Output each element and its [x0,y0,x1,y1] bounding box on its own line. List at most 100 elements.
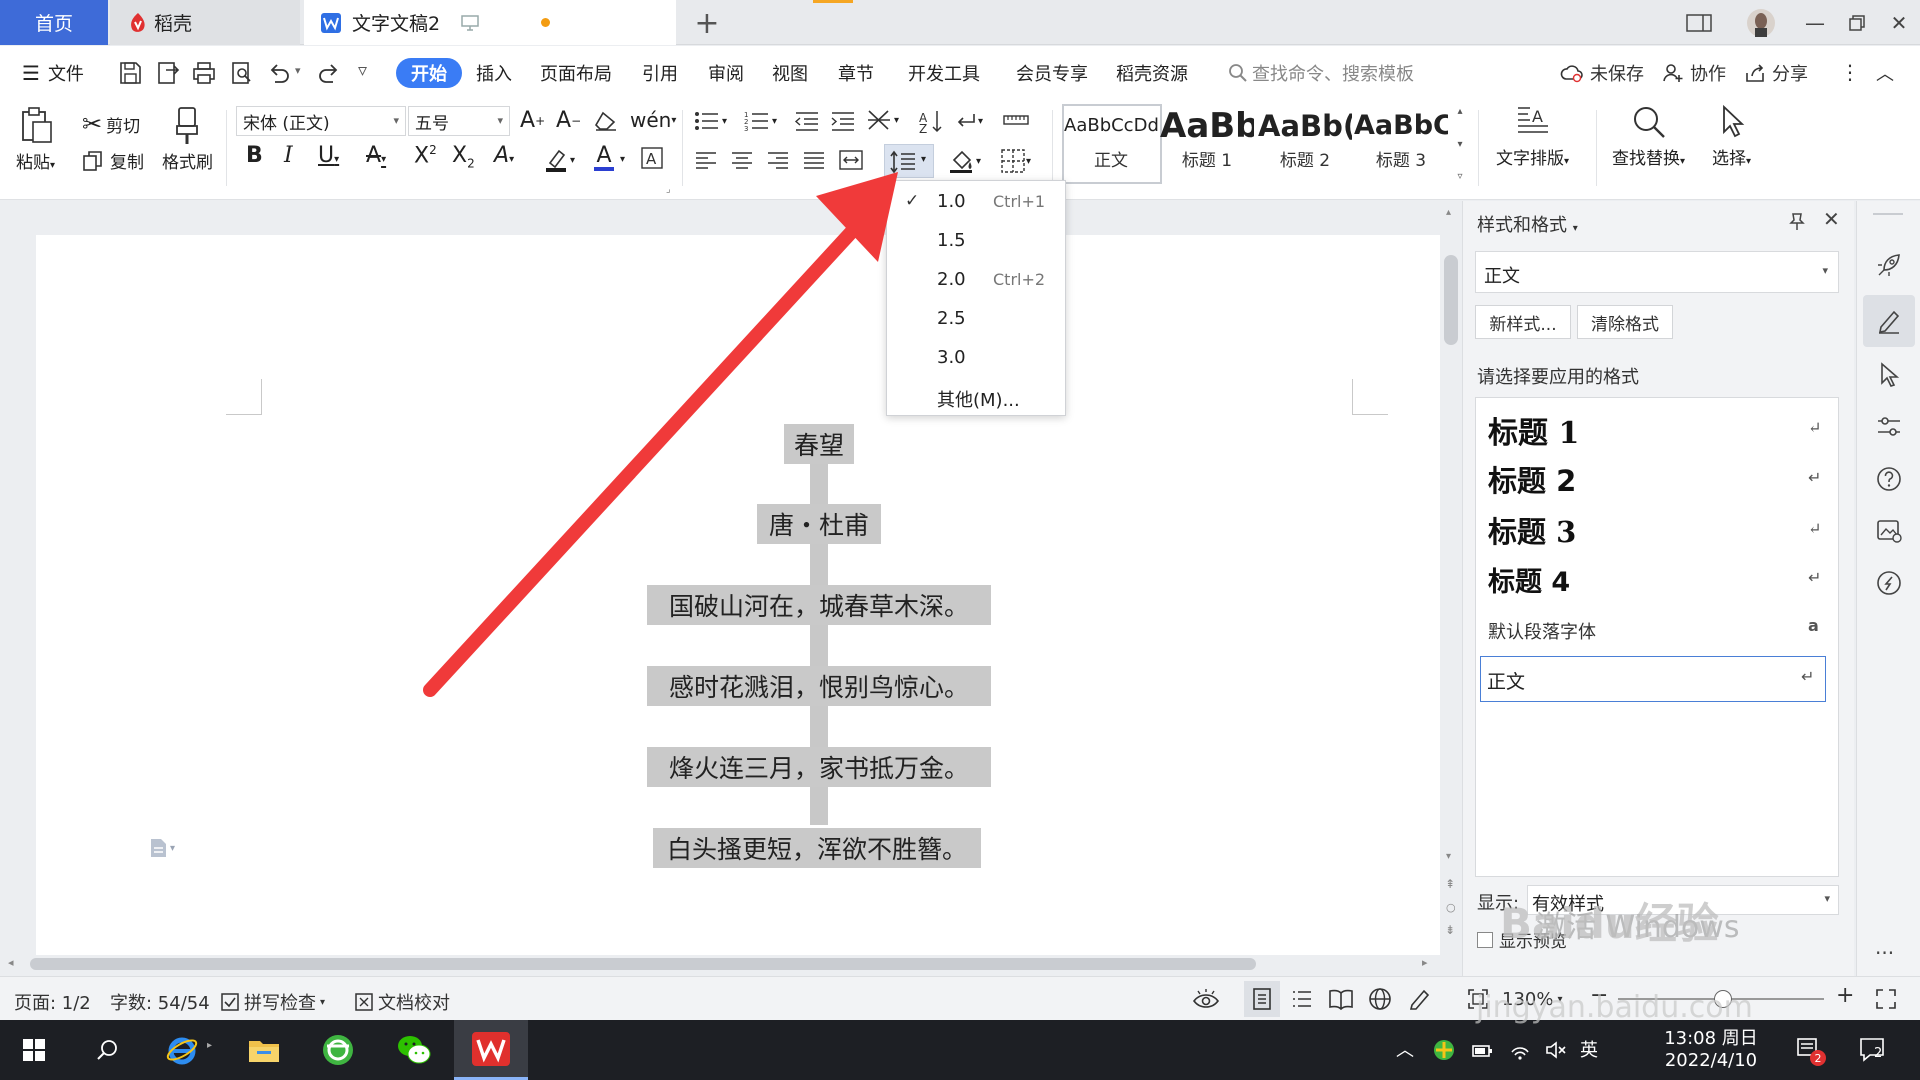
menu-item-spacing-1-5[interactable]: 1.5 [887,222,1065,260]
italic-icon[interactable]: I [284,143,293,168]
superscript-icon[interactable]: X2 [414,143,437,168]
clear-format-button[interactable]: 清除格式 [1577,305,1673,339]
line-spacing-button[interactable]: ▾ [884,144,934,178]
tab-chapter[interactable]: 章节 [838,60,874,86]
layout-icon[interactable] [1684,8,1714,38]
volume-icon[interactable] [1544,1038,1568,1062]
write-view-icon[interactable] [1408,987,1432,1011]
add-tab-button[interactable]: + [690,6,724,41]
bold-icon[interactable]: B [246,143,263,168]
pen-icon[interactable] [1875,307,1903,335]
tab-home[interactable]: 首页 [0,0,108,45]
select-browse-icon[interactable]: ○ [1446,901,1456,914]
style-list-item[interactable]: 标题 4 ↵ [1488,560,1821,599]
style-list-item[interactable]: 标题 2 ↵ [1488,458,1821,500]
next-page-icon[interactable]: ⇟ [1445,923,1455,937]
borders-icon[interactable]: ▾ [1000,148,1031,174]
char-border-icon[interactable]: A [640,146,664,170]
new-style-button[interactable]: 新样式... [1475,305,1571,339]
justify-icon[interactable] [802,150,826,170]
export-pdf-icon[interactable] [155,60,181,86]
style-gallery-scroll[interactable]: ▴ ▾ ▿ [1452,106,1468,182]
poem-author[interactable]: 唐・杜甫 [757,504,881,544]
ime-indicator[interactable]: 英 [1580,1036,1598,1062]
style-heading-1[interactable]: AaBb 标题 1 [1160,106,1254,180]
taskbar-360-browser[interactable] [316,1028,360,1072]
document-tag-icon[interactable]: ▾ [148,837,175,859]
chevron-down-icon[interactable]: ▾ [1457,139,1462,150]
more-icon[interactable]: ··· [1875,941,1894,965]
scroll-up-icon[interactable]: ▴ [1446,207,1451,218]
font-size-select[interactable]: 五号 ▾ [408,106,510,136]
format-painter-button[interactable]: 格式刷 [162,106,213,173]
undo-icon[interactable] [266,60,292,86]
cut-button[interactable]: ✂ 剪切 [82,110,140,138]
page-indicator[interactable]: 页面: 1/2 [14,989,91,1015]
unsaved-button[interactable]: 未保存 [1560,60,1644,86]
close-button[interactable]: ✕ [1884,8,1914,38]
style-heading-3[interactable]: AaBbC 标题 3 [1354,106,1448,180]
menu-item-spacing-1-0[interactable]: ✓ 1.0 Ctrl+1 [887,183,1065,221]
style-list-item[interactable]: 标题 3 ↵ [1488,509,1821,551]
tab-insert[interactable]: 插入 [476,60,512,86]
close-panel-icon[interactable]: ✕ [1823,207,1840,231]
vertical-scrollbar[interactable]: ▴ ▾ ⇞ ○ ⇟ [1442,201,1460,961]
highlight-icon[interactable]: ▾ [544,147,575,173]
sort-icon[interactable]: AZ [918,108,944,134]
redo-icon[interactable] [316,60,342,86]
styles-panel-title[interactable]: 样式和格式 ▾ [1477,211,1578,237]
shading-icon[interactable]: ▾ [948,148,981,174]
zoom-in-icon[interactable]: + [1836,983,1854,1008]
menu-item-spacing-2-0[interactable]: 2.0 Ctrl+2 [887,261,1065,299]
print-icon[interactable] [191,60,217,86]
bullet-list-icon[interactable]: ▾ [694,110,727,132]
scroll-thumb[interactable] [1444,255,1458,345]
customize-toolbar-icon[interactable]: ▿ [358,60,367,81]
scroll-down-icon[interactable]: ▾ [1446,851,1451,862]
poem-title[interactable]: 春望 [784,424,854,464]
style-heading-2[interactable]: AaBb( 标题 2 [1258,106,1352,180]
web-view-icon[interactable] [1368,987,1392,1011]
underline-icon[interactable]: U▾ [318,143,339,168]
tray-expand-icon[interactable]: ︿ [1396,1036,1414,1062]
increase-indent-icon[interactable] [830,110,856,132]
action-center-icon[interactable]: 2 [1858,1036,1886,1062]
scroll-left-icon[interactable]: ◂ [8,956,14,969]
font-dialog-launcher-icon[interactable]: ⌟ [666,184,671,195]
taskbar-ie[interactable]: ▸ [160,1028,212,1072]
rocket-icon[interactable] [1875,251,1903,279]
battery-icon[interactable] [1470,1038,1494,1062]
taskbar-search-button[interactable] [86,1028,130,1072]
pinyin-guide-icon[interactable]: wén ▾ [630,108,676,132]
subscript-icon[interactable]: X2 [452,143,475,170]
clock-time[interactable]: 13:08 周日 [1646,1024,1776,1050]
tab-start[interactable]: 开始 [396,58,462,88]
fullscreen-icon[interactable] [1874,987,1898,1011]
numbered-list-icon[interactable]: 1 2 3 ▾ [744,110,777,132]
spellcheck-button[interactable]: 拼写检查 ▾ [220,989,325,1015]
tab-page-layout[interactable]: 页面布局 [540,60,612,86]
security-tray-icon[interactable] [1432,1038,1456,1062]
tab-review[interactable]: 审阅 [708,60,744,86]
style-list-item[interactable]: 标题 1 ↵ [1488,408,1821,452]
align-center-icon[interactable] [730,150,754,170]
poem-line-1[interactable]: 国破山河在，城春草木深。 [647,585,991,625]
collaborate-button[interactable]: 协作 [1662,60,1726,86]
hscroll-thumb[interactable] [30,958,1256,970]
page-view-icon[interactable] [1250,987,1274,1011]
align-left-icon[interactable] [694,150,718,170]
photo-edit-icon[interactable] [1875,517,1903,545]
style-normal[interactable]: AaBbCcDd 正文 [1064,106,1158,180]
clear-format-icon[interactable] [594,110,618,132]
minimize-button[interactable]: — [1800,8,1830,38]
style-list-item-selected[interactable]: 正文 ↵ [1480,656,1826,702]
outline-view-icon[interactable] [1290,987,1314,1011]
tab-view[interactable]: 视图 [772,60,808,86]
taskbar-wechat[interactable] [392,1028,436,1072]
poem-line-3[interactable]: 烽火连三月，家书抵万金。 [647,747,991,787]
menu-item-spacing-2-5[interactable]: 2.5 [887,300,1065,338]
tab-references[interactable]: 引用 [642,60,678,86]
taskbar-file-explorer[interactable] [242,1028,286,1072]
drag-handle[interactable] [1873,213,1903,215]
chevron-up-icon[interactable]: ▴ [1457,106,1462,117]
